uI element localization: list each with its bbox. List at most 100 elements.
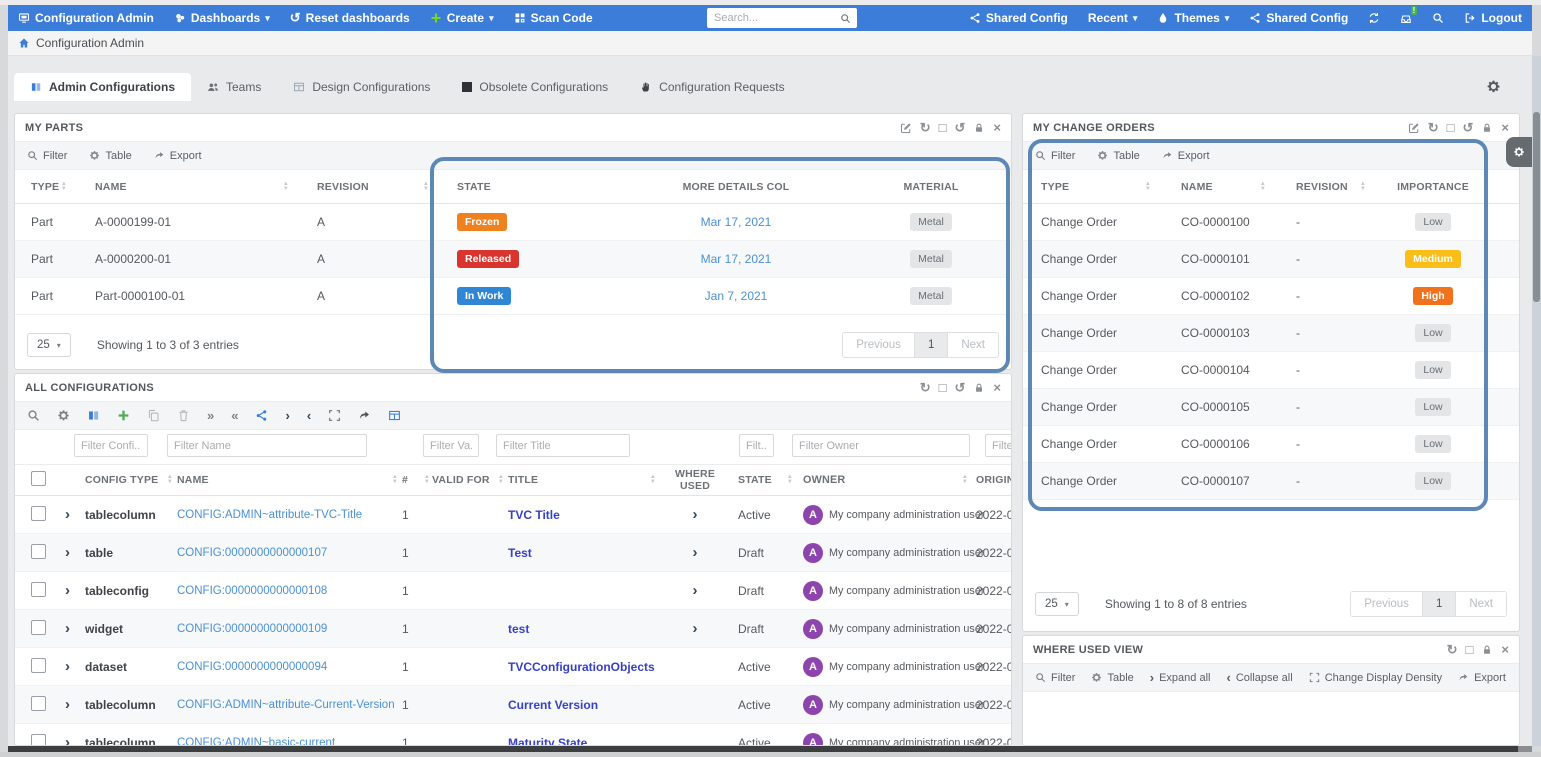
window-icon[interactable]: □: [1466, 643, 1474, 656]
nav-reset-dashboards[interactable]: ↺ Reset dashboards: [280, 5, 420, 31]
change-display-density-button[interactable]: Change Display Density: [1309, 672, 1442, 684]
sort-icon[interactable]: ▲▼: [498, 475, 504, 485]
tab-admin-configurations[interactable]: Admin Configurations: [14, 73, 191, 101]
vertical-scrollbar-thumb[interactable]: [1533, 112, 1540, 302]
column-header[interactable]: TYPE▲▼: [15, 181, 79, 193]
config-name-link[interactable]: CONFIG:0000000000000108: [177, 585, 327, 597]
column-header[interactable]: MATERIAL: [851, 181, 1011, 193]
sort-icon[interactable]: ▲▼: [962, 475, 968, 485]
column-header[interactable]: OWNER▲▼: [795, 474, 970, 486]
table-row[interactable]: Change Order CO-0000103 - Low: [1023, 315, 1519, 352]
filter-owner-input[interactable]: [792, 434, 970, 457]
export-button[interactable]: Export: [1458, 672, 1506, 684]
table-row[interactable]: Part A-0000199-01 A Frozen Mar 17, 2021 …: [15, 204, 1011, 241]
window-icon[interactable]: □: [1447, 121, 1455, 134]
row-checkbox[interactable]: [31, 696, 46, 711]
more-details-link[interactable]: Mar 17, 2021: [701, 252, 772, 266]
page-size-select[interactable]: 25▾: [27, 333, 71, 357]
config-name-link[interactable]: CONFIG:ADMIN~basic-current: [177, 737, 335, 747]
config-name-link[interactable]: CONFIG:ADMIN~attribute-TVC-Title: [177, 509, 362, 521]
current-page-button[interactable]: 1: [1422, 592, 1456, 616]
config-title-link[interactable]: test: [508, 622, 529, 636]
sort-icon[interactable]: ▲▼: [1260, 182, 1266, 192]
undo-icon[interactable]: ↺: [1463, 121, 1474, 134]
table-row[interactable]: Change Order CO-0000101 - Medium: [1023, 241, 1519, 278]
nav-search-toggle[interactable]: [1422, 5, 1454, 31]
undo-icon[interactable]: ↺: [955, 381, 966, 394]
lock-icon[interactable]: [973, 122, 985, 134]
table-row[interactable]: Part A-0000200-01 A Released Mar 17, 202…: [15, 241, 1011, 278]
expand-all-button[interactable]: › Expand all: [1150, 672, 1211, 684]
close-icon[interactable]: ×: [1501, 121, 1509, 134]
nav-scan-code[interactable]: Scan Code: [504, 5, 603, 31]
close-icon[interactable]: ×: [993, 381, 1001, 394]
window-icon[interactable]: □: [939, 381, 947, 394]
expand-row-icon[interactable]: ›: [65, 658, 70, 675]
add-icon[interactable]: [117, 409, 130, 422]
lock-icon[interactable]: [1481, 122, 1493, 134]
config-name-link[interactable]: CONFIG:ADMIN~attribute-Current-Version: [177, 699, 395, 711]
column-header[interactable]: IMPORTANCE: [1378, 181, 1488, 193]
column-header[interactable]: REVISION▲▼: [1278, 181, 1378, 193]
config-title-link[interactable]: Test: [508, 546, 532, 560]
column-header[interactable]: REVISION▲▼: [301, 181, 441, 193]
copy-icon[interactable]: [147, 409, 160, 422]
config-title-link[interactable]: Maturity State: [508, 736, 587, 747]
config-title-link[interactable]: TVCConfigurationObjects: [508, 660, 655, 674]
expand-row-icon[interactable]: ›: [65, 544, 70, 561]
sort-icon[interactable]: ▲▼: [650, 475, 656, 485]
columns-icon[interactable]: [87, 409, 100, 422]
chevron-right-icon[interactable]: ›: [285, 409, 289, 422]
column-header[interactable]: ORIGINAT: [970, 474, 1012, 486]
tab-obsolete-configurations[interactable]: Obsolete Configurations: [446, 73, 624, 101]
filter-title-input[interactable]: [496, 434, 630, 457]
column-header[interactable]: STATE: [441, 181, 621, 193]
where-used-chevron-icon[interactable]: ›: [693, 620, 698, 637]
expand-row-icon[interactable]: ›: [65, 696, 70, 713]
sort-icon[interactable]: ▲▼: [1145, 182, 1151, 192]
nav-logout[interactable]: Logout: [1454, 5, 1532, 31]
row-checkbox[interactable]: [31, 734, 46, 747]
filter-originated-input[interactable]: [985, 434, 1012, 457]
config-name-link[interactable]: CONFIG:0000000000000109: [177, 623, 327, 635]
tab-teams[interactable]: Teams: [191, 73, 277, 101]
next-page-button[interactable]: Next: [1456, 592, 1506, 616]
rewind-icon[interactable]: «: [231, 409, 238, 422]
export-icon[interactable]: [358, 409, 371, 422]
column-header[interactable]: MORE DETAILS COL: [621, 181, 851, 193]
table-row[interactable]: › tableconfig CONFIG:0000000000000108 1 …: [15, 572, 1011, 610]
table-row[interactable]: › table CONFIG:0000000000000107 1 Test ›…: [15, 534, 1011, 572]
filter-config-type-input[interactable]: [74, 434, 148, 457]
table-row[interactable]: Change Order CO-0000105 - Low: [1023, 389, 1519, 426]
column-header[interactable]: NAME▲▼: [1163, 181, 1278, 193]
edit-icon[interactable]: [900, 122, 912, 134]
previous-page-button[interactable]: Previous: [1351, 592, 1422, 616]
home-icon[interactable]: [18, 37, 30, 49]
brand[interactable]: Configuration Admin: [8, 5, 164, 31]
refresh-icon[interactable]: ↻: [1447, 643, 1458, 656]
filter-button[interactable]: Filter: [27, 150, 67, 162]
filter-state-input[interactable]: [739, 434, 774, 457]
nav-themes[interactable]: Themes ▾: [1147, 5, 1239, 31]
where-used-chevron-icon[interactable]: ›: [693, 506, 698, 523]
table-button[interactable]: Table: [1097, 150, 1139, 162]
current-page-button[interactable]: 1: [914, 333, 948, 357]
sort-icon[interactable]: ▲▼: [1360, 182, 1366, 192]
filter-name-input[interactable]: [167, 434, 367, 457]
refresh-icon[interactable]: ↻: [1428, 121, 1439, 134]
nav-shared-config-2[interactable]: Shared Config: [1239, 5, 1358, 31]
table-button[interactable]: Table: [89, 150, 131, 162]
table-row[interactable]: › dataset CONFIG:0000000000000094 1 TVCC…: [15, 648, 1011, 686]
table-icon[interactable]: [388, 409, 401, 422]
nav-create[interactable]: Create ▾: [420, 5, 504, 31]
table-row[interactable]: Change Order CO-0000100 - Low: [1023, 204, 1519, 241]
nav-notifications[interactable]: [1390, 5, 1422, 31]
page-size-select[interactable]: 25▾: [1035, 592, 1079, 616]
sort-icon[interactable]: ▲▼: [424, 475, 430, 485]
expand-row-icon[interactable]: ›: [65, 734, 70, 747]
table-row[interactable]: › tablecolumn CONFIG:ADMIN~basic-current…: [15, 724, 1011, 746]
where-used-chevron-icon[interactable]: ›: [693, 582, 698, 599]
config-title-link[interactable]: Current Version: [508, 698, 598, 712]
nav-dashboards[interactable]: Dashboards ▾: [164, 5, 280, 31]
sort-icon[interactable]: ▲▼: [61, 182, 67, 192]
